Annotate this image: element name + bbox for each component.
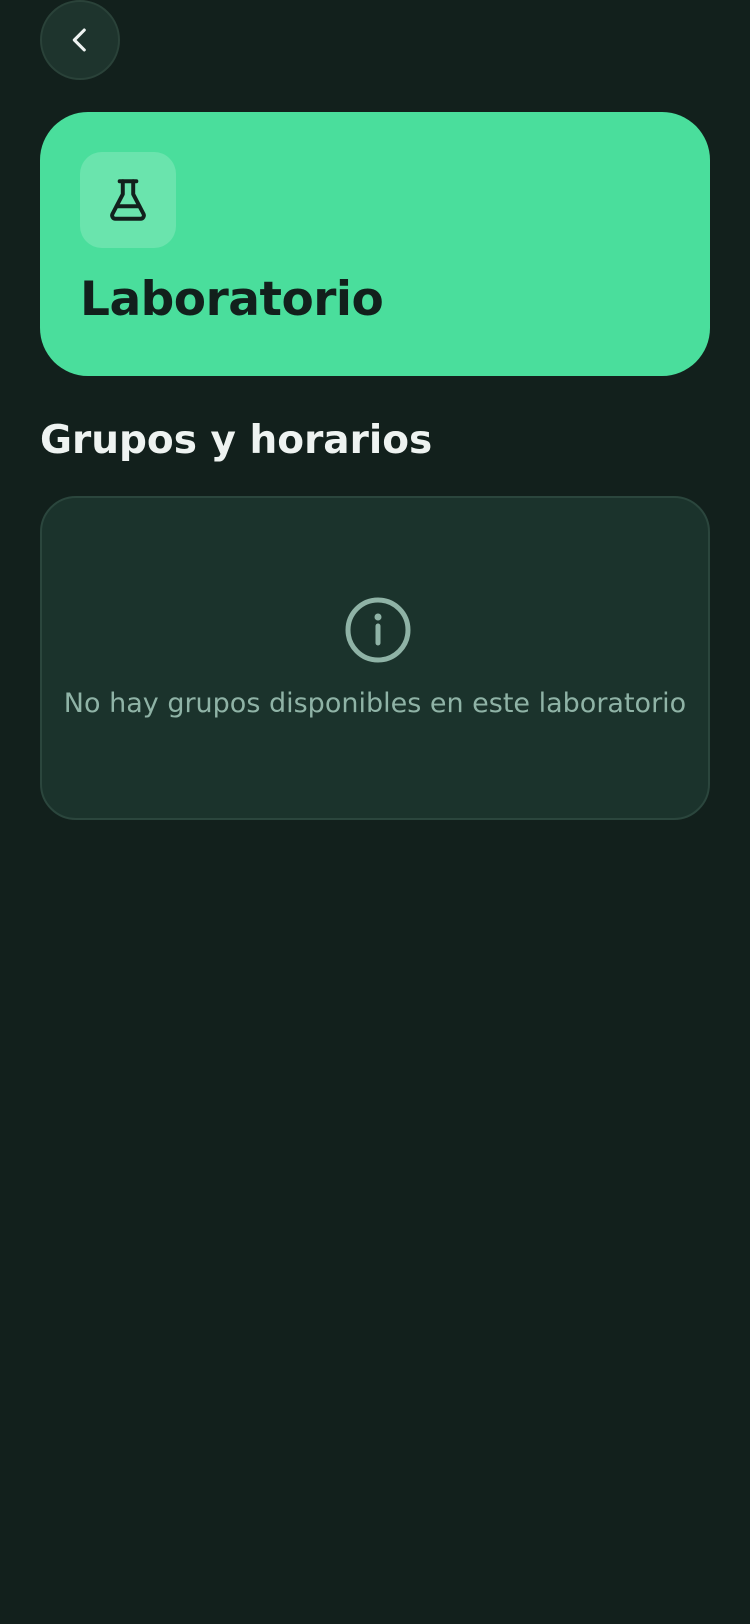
flask-icon: [110, 179, 146, 221]
empty-state-message: No hay grupos disponibles en este labora…: [63, 688, 687, 719]
chevron-left-icon: [72, 28, 86, 52]
lab-icon-badge: [80, 152, 176, 248]
lab-header-card: Laboratorio: [40, 112, 710, 376]
lab-detail-screen: Laboratorio Grupos y horarios No hay gru…: [0, 0, 750, 1624]
groups-section-title: Grupos y horarios: [40, 418, 433, 463]
groups-empty-state: No hay grupos disponibles en este labora…: [40, 496, 710, 820]
info-icon: [345, 597, 411, 663]
back-button[interactable]: [40, 0, 120, 80]
lab-title: Laboratorio: [80, 272, 384, 327]
